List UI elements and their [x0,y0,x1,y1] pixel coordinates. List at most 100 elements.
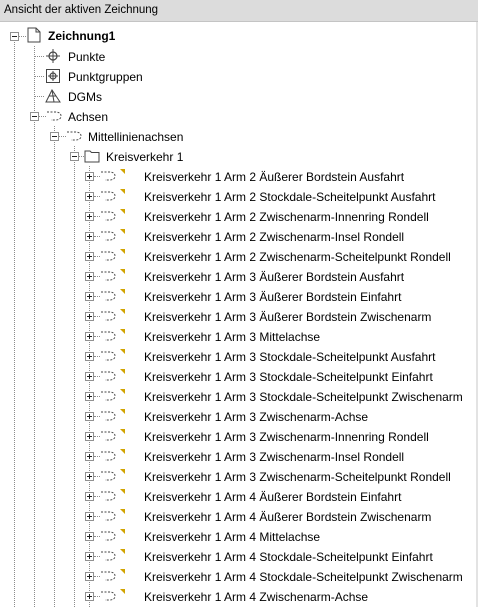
modified-flag-icon [120,529,125,534]
tree-node-alignment[interactable]: Kreisverkehr 1 Arm 3 Mittelachse [0,326,476,346]
drawing-tree[interactable]: Zeichnung1 Punkte Punktgruppen DGMs Achs… [0,22,476,607]
modified-flag-icon [120,429,125,434]
modified-flag-icon [120,169,125,174]
collapse-button[interactable] [10,32,19,41]
expand-button[interactable] [85,312,94,321]
expand-button[interactable] [85,332,94,341]
tree-node-label: Kreisverkehr 1 Arm 4 Mittelachse [144,530,321,544]
modified-flag-icon [120,489,125,494]
tree-node-zeichnung1[interactable]: Zeichnung1 [0,26,200,46]
alignment-icon [101,551,116,561]
modified-flag-icon [120,229,125,234]
expand-button[interactable] [85,232,94,241]
alignment-icon [101,471,116,481]
expand-button[interactable] [85,492,94,501]
tree-node-label: Kreisverkehr 1 Arm 3 Zwischenarm-Achse [144,410,369,424]
tree-node-alignment[interactable]: Kreisverkehr 1 Arm 3 Zwischenarm-Scheite… [0,466,476,486]
tree-node-alignment[interactable]: Kreisverkehr 1 Arm 2 Stockdale-Scheitelp… [0,186,476,206]
tree-node-label: Kreisverkehr 1 Arm 3 Zwischenarm-Insel R… [144,450,405,464]
expand-button[interactable] [85,212,94,221]
tree-node-alignment[interactable]: Kreisverkehr 1 Arm 3 Stockdale-Scheitelp… [0,346,476,366]
tree-node-label: Kreisverkehr 1 Arm 3 Stockdale-Scheitelp… [144,350,436,364]
tree-node-alignment[interactable]: Kreisverkehr 1 Arm 4 Äußerer Bordstein E… [0,486,476,506]
expand-button[interactable] [85,252,94,261]
tree-node-kreisverkehr[interactable]: Kreisverkehr 1 [0,146,220,166]
expand-button[interactable] [85,452,94,461]
alignment-icon [101,311,116,321]
tree-node-mittellinienachsen[interactable]: Mittellinienachsen [0,126,220,146]
modified-flag-icon [120,329,125,334]
tree-node-punkte[interactable]: Punkte [0,46,200,66]
expand-button[interactable] [85,552,94,561]
alignment-icon [101,391,116,401]
modified-flag-icon [120,249,125,254]
tree-node-label: Kreisverkehr 1 Arm 2 Zwischenarm-Insel R… [144,230,405,244]
tree-node-alignment[interactable]: Kreisverkehr 1 Arm 2 Zwischenarm-Insel R… [0,226,476,246]
tree-node-label: Kreisverkehr 1 Arm 3 Stockdale-Scheitelp… [144,390,463,404]
folder-icon [84,150,100,163]
tree-node-label: Kreisverkehr 1 Arm 3 Mittelachse [144,330,321,344]
tree-node-alignment[interactable]: Kreisverkehr 1 Arm 3 Äußerer Bordstein E… [0,286,476,306]
tree-node-label: Kreisverkehr 1 Arm 4 Stockdale-Scheitelp… [144,550,433,564]
tree-node-alignment[interactable]: Kreisverkehr 1 Arm 4 Zwischenarm-Achse [0,586,476,606]
tree-node-label: DGMs [68,90,102,104]
expand-button[interactable] [85,572,94,581]
tree-node-alignment[interactable]: Kreisverkehr 1 Arm 2 Äußerer Bordstein A… [0,166,476,186]
expand-button[interactable] [85,512,94,521]
tree-node-alignment[interactable]: Kreisverkehr 1 Arm 3 Stockdale-Scheitelp… [0,366,476,386]
collapse-button[interactable] [50,132,59,141]
tree-node-alignment[interactable]: Kreisverkehr 1 Arm 2 Zwischenarm-Scheite… [0,246,476,266]
collapse-button[interactable] [70,152,79,161]
expand-button[interactable] [85,372,94,381]
alignment-icon [101,231,116,241]
tree-node-label: Kreisverkehr 1 Arm 3 Äußerer Bordstein A… [144,270,405,284]
alignment-icon [101,511,116,521]
modified-flag-icon [120,389,125,394]
tree-node-alignment[interactable]: Kreisverkehr 1 Arm 3 Äußerer Bordstein Z… [0,306,476,326]
alignment-icon [101,291,116,301]
collapse-button[interactable] [30,112,39,121]
tree-node-alignment[interactable]: Kreisverkehr 1 Arm 3 Zwischenarm-Innenri… [0,426,476,446]
tree-node-alignment[interactable]: Kreisverkehr 1 Arm 4 Äußerer Bordstein Z… [0,506,476,526]
point-icon [46,49,60,63]
panel-title: Ansicht der aktiven Zeichnung [4,4,159,16]
expand-button[interactable] [85,592,94,601]
expand-button[interactable] [85,272,94,281]
modified-flag-icon [120,589,125,594]
expand-button[interactable] [85,352,94,361]
tree-node-label: Zeichnung1 [48,29,116,43]
tree-node-alignment[interactable]: Kreisverkehr 1 Arm 4 Stockdale-Scheitelp… [0,546,476,566]
expand-button[interactable] [85,472,94,481]
tree-node-alignment[interactable]: Kreisverkehr 1 Arm 3 Stockdale-Scheitelp… [0,386,476,406]
alignment-icon [101,271,116,281]
tree-node-label: Kreisverkehr 1 Arm 3 Äußerer Bordstein Z… [144,310,432,324]
tree-node-label: Mittellinienachsen [88,130,184,144]
expand-button[interactable] [85,292,94,301]
expand-button[interactable] [85,172,94,181]
alignment-icon [101,591,116,601]
expand-button[interactable] [85,392,94,401]
tree-node-punktgruppen[interactable]: Punktgruppen [0,66,200,86]
expand-button[interactable] [85,192,94,201]
tree-node-label: Kreisverkehr 1 Arm 4 Äußerer Bordstein E… [144,490,402,504]
tree-node-alignment[interactable]: Kreisverkehr 1 Arm 2 Zwischenarm-Innenri… [0,206,476,226]
modified-flag-icon [120,369,125,374]
drawing-icon [27,27,41,43]
tree-node-alignment[interactable]: Kreisverkehr 1 Arm 4 Mittelachse [0,526,476,546]
tree-node-dgms[interactable]: DGMs [0,86,200,106]
modified-flag-icon [120,509,125,514]
alignment-icon [101,571,116,581]
tree-node-alignment[interactable]: Kreisverkehr 1 Arm 3 Äußerer Bordstein A… [0,266,476,286]
expand-button[interactable] [85,432,94,441]
modified-flag-icon [120,469,125,474]
expand-button[interactable] [85,532,94,541]
tree-node-alignment[interactable]: Kreisverkehr 1 Arm 4 Stockdale-Scheitelp… [0,566,476,586]
tree-node-label: Kreisverkehr 1 Arm 2 Zwischenarm-Innenri… [144,210,429,224]
expand-button[interactable] [85,412,94,421]
modified-flag-icon [120,569,125,574]
tree-node-alignment[interactable]: Kreisverkehr 1 Arm 3 Zwischenarm-Insel R… [0,446,476,466]
tree-node-achsen[interactable]: Achsen [0,106,200,126]
tree-node-alignment[interactable]: Kreisverkehr 1 Arm 3 Zwischenarm-Achse [0,406,476,426]
alignment-icon [101,251,116,261]
tree-node-label: Kreisverkehr 1 Arm 2 Äußerer Bordstein A… [144,170,405,184]
